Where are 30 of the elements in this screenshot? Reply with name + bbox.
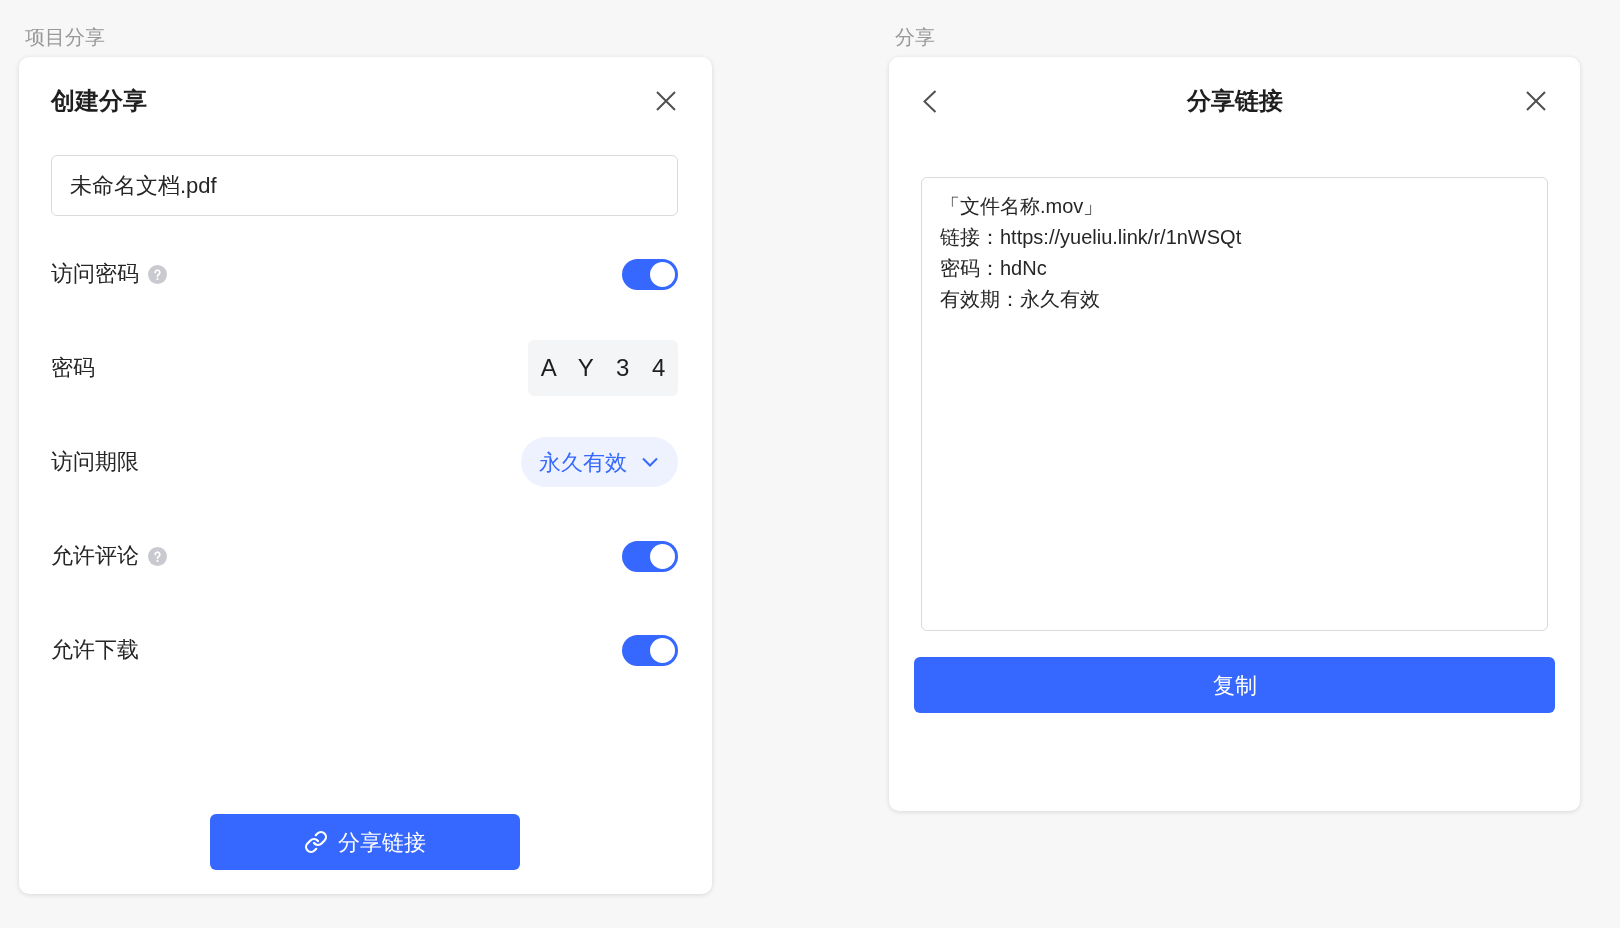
back-icon	[923, 89, 937, 113]
share-text-line: 有效期：永久有效	[940, 287, 1100, 312]
password-code: A Y 3 4	[528, 340, 678, 396]
close-button[interactable]	[656, 91, 676, 111]
section-caption: 项目分享	[25, 25, 105, 49]
setting-label: 访问期限	[51, 448, 139, 476]
share-text-field[interactable]: 「文件名称.mov」 链接：https://yueliu.link/r/1nWSQt 密码：hdNc 有效期：永久有效	[921, 177, 1548, 631]
file-name-field[interactable]: 未命名文档.pdf	[51, 155, 678, 216]
close-button[interactable]	[1526, 91, 1546, 111]
dialog-title: 分享链接	[1186, 86, 1283, 116]
share-link-button[interactable]: 分享链接	[209, 814, 520, 870]
close-icon	[1526, 91, 1546, 111]
share-text-line: 密码：hdNc	[940, 256, 1047, 281]
toggle-switch[interactable]	[622, 634, 678, 666]
toggle-switch[interactable]	[622, 540, 678, 572]
share-text-line: 链接：https://yueliu.link/r/1nWSQt	[940, 225, 1242, 250]
close-icon	[656, 91, 676, 111]
chevron-down-icon	[642, 457, 658, 467]
expiry-dropdown[interactable]: 永久有效	[521, 437, 678, 487]
section-caption: 分享	[895, 25, 935, 49]
back-button[interactable]	[923, 89, 937, 113]
setting-label: 允许下载	[51, 636, 139, 664]
share-text-line: 「文件名称.mov」	[940, 194, 1104, 219]
copy-button[interactable]: 复制	[914, 657, 1555, 713]
dialog-title: 创建分享	[51, 86, 147, 116]
link-icon	[303, 830, 328, 854]
setting-label: 访问密码	[51, 260, 139, 288]
setting-label: 允许评论	[51, 542, 139, 570]
setting-label: 密码	[51, 354, 95, 382]
toggle-switch[interactable]	[622, 258, 678, 290]
